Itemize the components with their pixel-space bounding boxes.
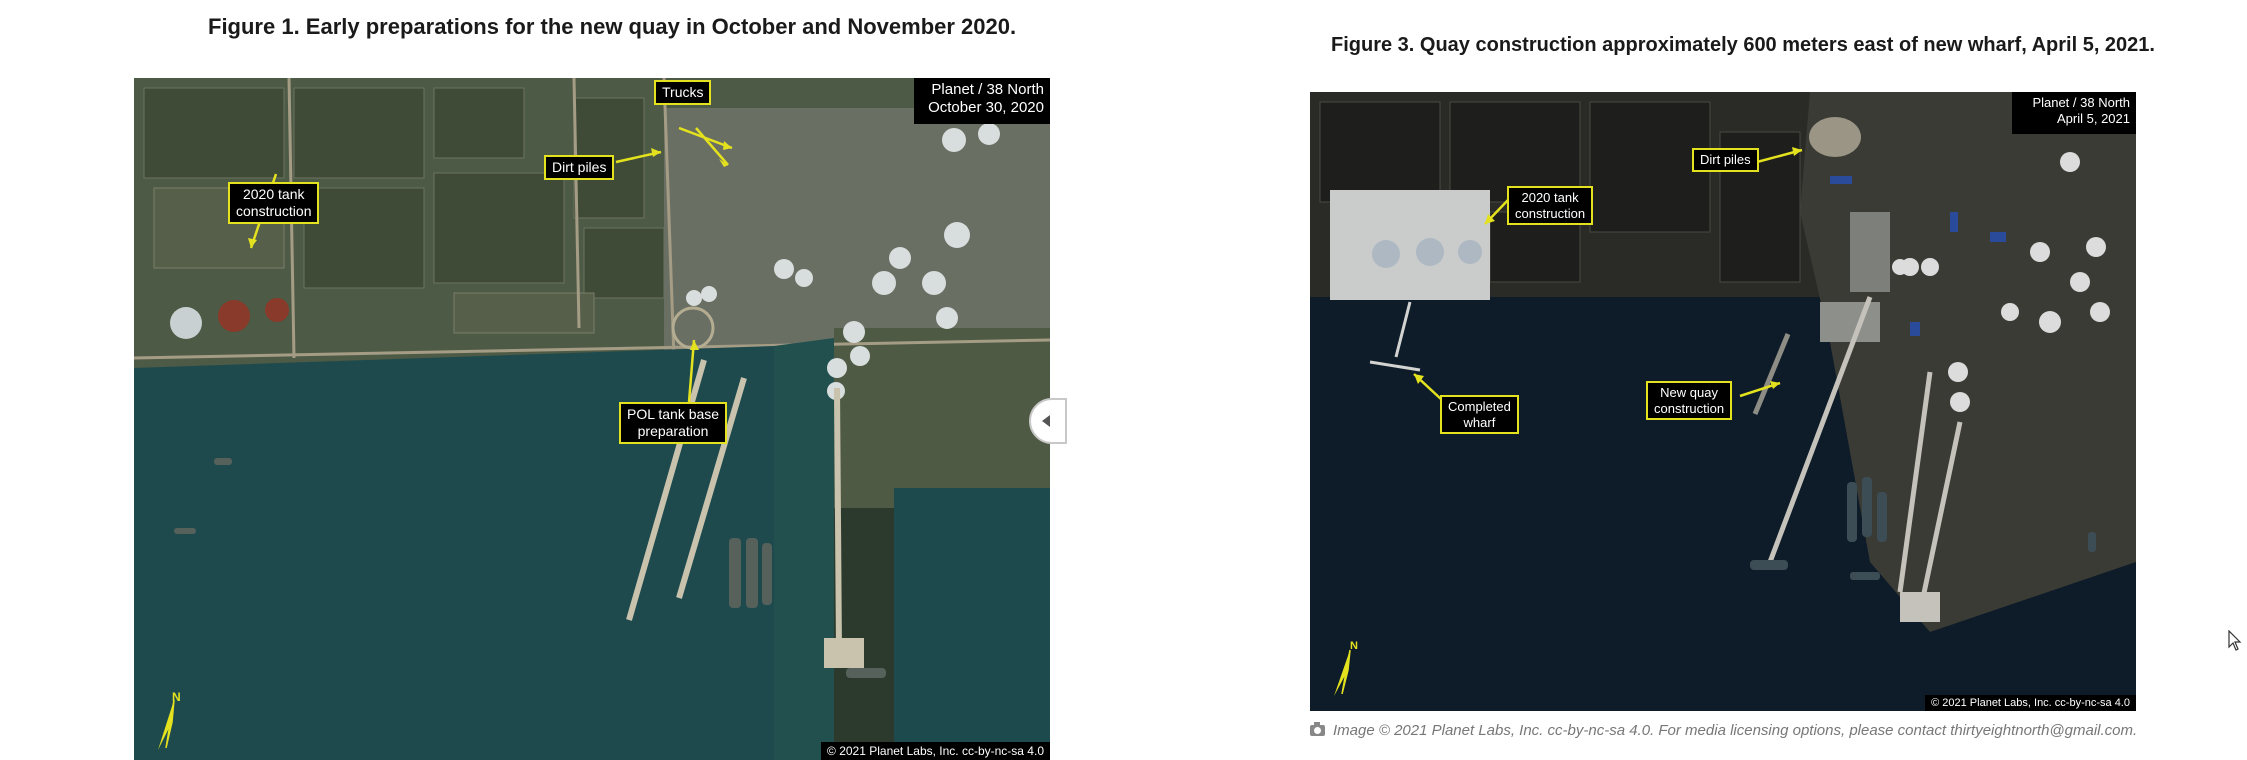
tank-construction-label: 2020 tank construction: [228, 182, 320, 224]
stamp-source: Planet / 38 North: [931, 81, 1044, 98]
mouse-cursor-icon: [2228, 630, 2242, 651]
tank-label-line1: 2020 tank: [242, 186, 305, 202]
figure-1-title: Figure 1. Early preparations for the new…: [208, 14, 1017, 39]
tank-construction-label: 2020 tank construction: [1507, 186, 1594, 226]
wharf-label-line1: Completed: [1448, 399, 1511, 414]
stamp-date: October 30, 2020: [928, 99, 1044, 116]
satellite-image-1: [134, 78, 1050, 760]
image-source-stamp: Planet / 38 North April 5, 2021: [2012, 92, 2136, 134]
image-source-stamp: Planet / 38 North October 30, 2020: [914, 78, 1050, 124]
stamp-source: Planet / 38 North: [2032, 95, 2130, 110]
caption-text: Image © 2021 Planet Labs, Inc. cc-by-nc-…: [1333, 722, 2138, 739]
pol-label-line2: preparation: [637, 422, 709, 439]
new-quay-construction-label: New quay construction: [1646, 381, 1733, 421]
quay-label-line1: New quay: [1660, 385, 1718, 400]
north-letter: N: [1350, 640, 1358, 652]
north-arrow-icon: N: [146, 690, 186, 754]
pol-label-line1: POL tank base: [627, 406, 720, 422]
quay-label-line2: construction: [1654, 400, 1725, 416]
completed-wharf-label: Completed wharf: [1440, 395, 1519, 435]
figure-3-title: Figure 3. Quay construction approximatel…: [1331, 34, 2155, 56]
trucks-label: Trucks: [654, 80, 712, 105]
tank-label-line2: construction: [1515, 205, 1586, 221]
stamp-date: April 5, 2021: [2057, 110, 2130, 126]
tank-label-line1: 2020 tank: [1521, 190, 1579, 205]
pol-tank-base-label: POL tank base preparation: [619, 402, 728, 444]
copyright-notice: © 2021 Planet Labs, Inc. cc-by-nc-sa 4.0: [821, 742, 1050, 760]
tank-label-line2: construction: [236, 202, 312, 219]
figure-3-satellite-image: Dirt piles 2020 tank construction Comple…: [1310, 92, 2136, 711]
dirt-piles-label: Dirt piles: [544, 155, 615, 180]
copyright-notice: © 2021 Planet Labs, Inc. cc-by-nc-sa 4.0: [1925, 695, 2136, 711]
dirt-piles-label: Dirt piles: [1692, 148, 1759, 172]
camera-icon: [1310, 722, 1325, 736]
image-caption: Image © 2021 Planet Labs, Inc. cc-by-nc-…: [1310, 722, 2137, 739]
comparison-slider-handle[interactable]: [1029, 398, 1067, 444]
chevron-left-icon: [1042, 415, 1050, 427]
figure-1-satellite-image: Trucks Dirt piles 2020 tank construction…: [134, 78, 1050, 760]
north-arrow-icon: N: [1324, 640, 1360, 700]
wharf-label-line2: wharf: [1463, 414, 1496, 430]
north-letter: N: [172, 690, 181, 704]
